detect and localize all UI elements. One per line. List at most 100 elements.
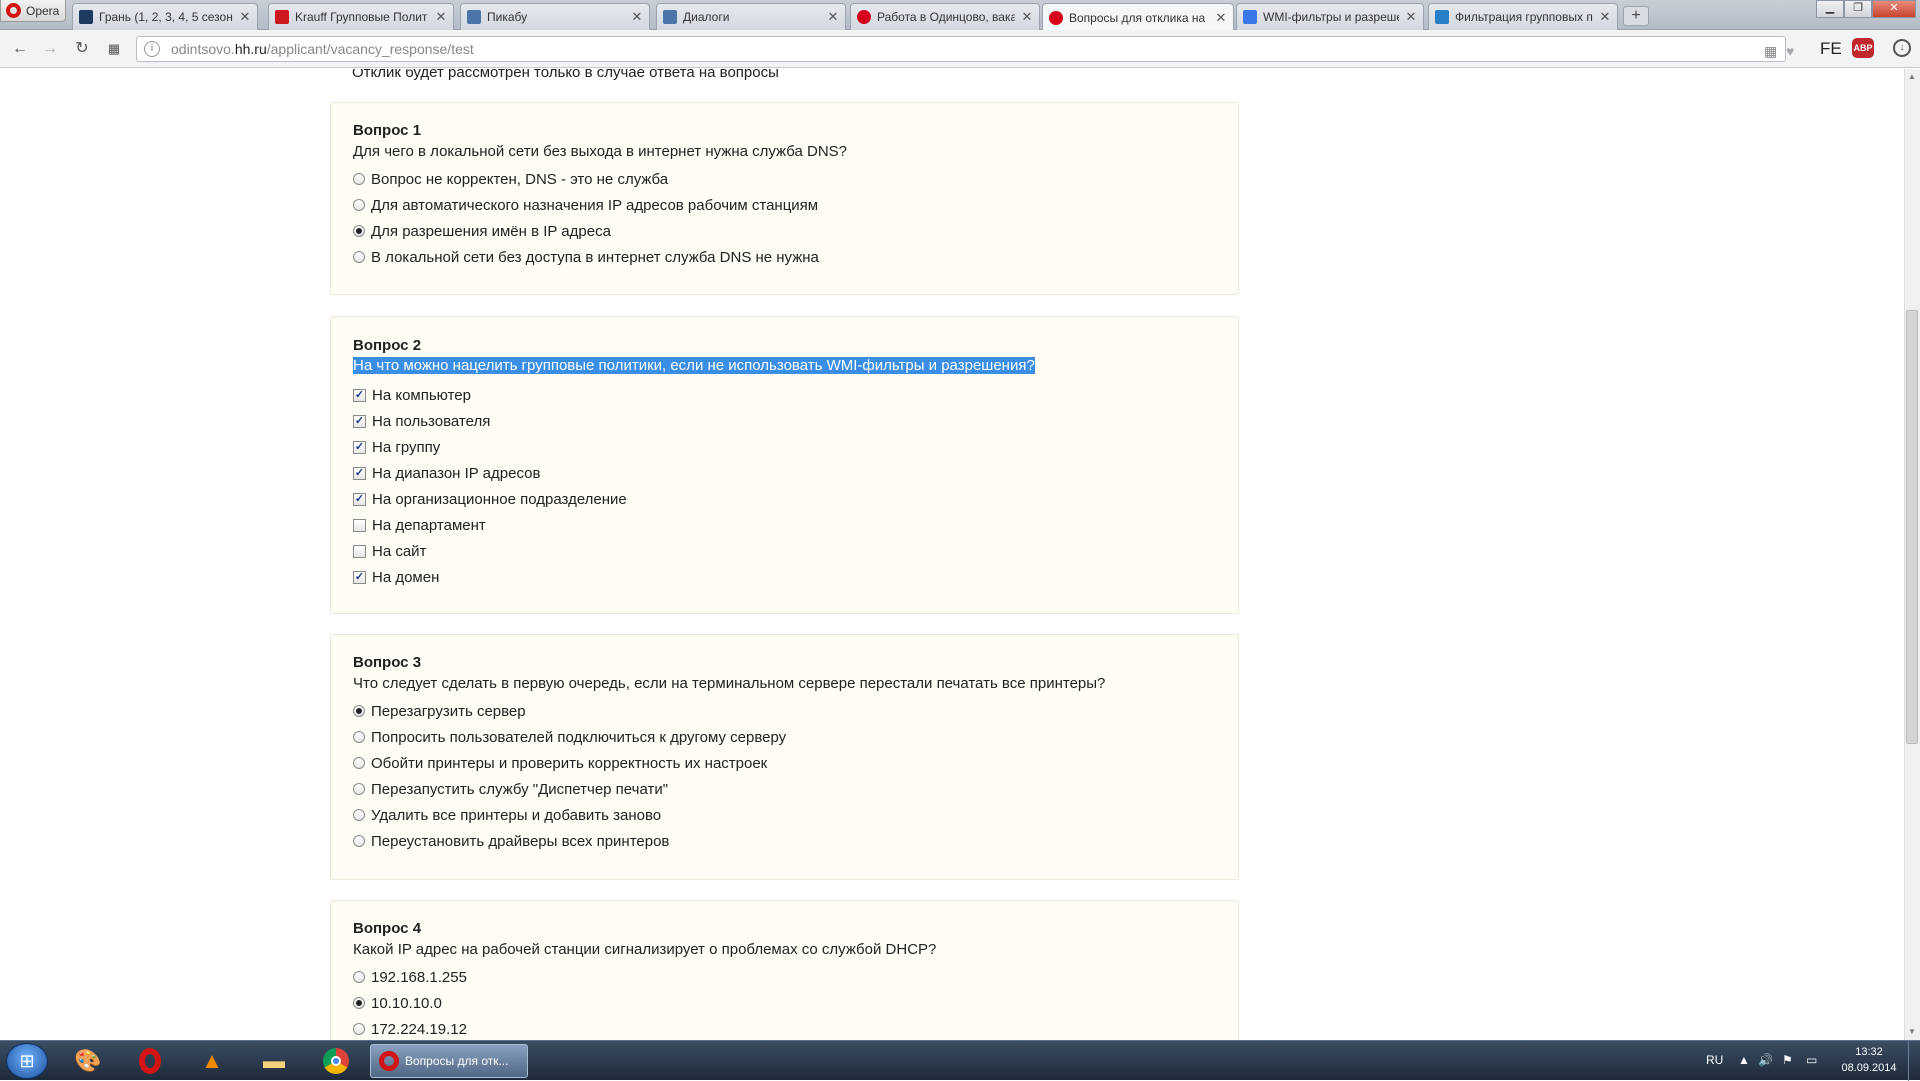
tab-5[interactable]: Работа в Одинцово, вакан ✕ xyxy=(850,3,1040,30)
checkbox-checked[interactable]: ✓ xyxy=(353,414,366,428)
checkbox-checked[interactable]: ✓ xyxy=(353,466,366,480)
show-desktop-button[interactable] xyxy=(1908,1041,1920,1081)
paint-app-icon[interactable]: 🎨 xyxy=(62,1045,114,1077)
opera-logo-icon xyxy=(6,3,21,18)
answer-option[interactable]: Перезагрузить сервер xyxy=(353,700,526,722)
option-label: Переустановить драйверы всех принтеров xyxy=(371,832,670,850)
answer-option[interactable]: Для автоматического назначения IP адресо… xyxy=(353,194,818,216)
answer-option[interactable]: Перезапустить службу "Диспетчер печати" xyxy=(353,778,668,800)
answer-option[interactable]: Переустановить драйверы всех принтеров xyxy=(353,830,669,852)
new-tab-button[interactable]: + xyxy=(1623,6,1649,26)
tab-1[interactable]: Грань (1, 2, 3, 4, 5 сезон) с ✕ xyxy=(72,3,258,30)
radio-button[interactable] xyxy=(353,809,365,821)
checkbox[interactable] xyxy=(353,518,366,532)
tab-close-icon[interactable]: ✕ xyxy=(435,9,447,25)
answer-option[interactable]: Попросить пользователей подключиться к д… xyxy=(353,726,786,748)
answer-option[interactable]: ✓ На компьютер xyxy=(353,384,471,406)
radio-button[interactable] xyxy=(353,757,365,769)
radio-button[interactable] xyxy=(353,835,365,847)
checkbox[interactable] xyxy=(353,544,366,558)
radio-button-selected[interactable] xyxy=(353,705,365,717)
radio-button[interactable] xyxy=(353,1023,365,1035)
reload-icon[interactable]: ↻ xyxy=(72,39,92,59)
radio-button[interactable] xyxy=(353,731,365,743)
answer-option[interactable]: Удалить все принтеры и добавить заново xyxy=(353,804,661,826)
checkbox-checked[interactable]: ✓ xyxy=(353,440,366,454)
scroll-up-icon[interactable]: ▲ xyxy=(1904,69,1920,85)
checkbox-checked[interactable]: ✓ xyxy=(353,570,366,584)
explorer-folder-icon[interactable]: ▬ xyxy=(248,1045,300,1077)
answer-option[interactable]: Обойти принтеры и проверить корректность… xyxy=(353,752,767,774)
answer-option[interactable]: ✓ На пользователя xyxy=(353,410,490,432)
answer-option[interactable]: 192.168.1.255 xyxy=(353,966,467,988)
action-center-flag-icon[interactable]: ⚑ xyxy=(1782,1053,1793,1067)
answer-option[interactable]: Для разрешения имён в IP адреса xyxy=(353,220,611,242)
minimize-button[interactable]: ▁ xyxy=(1816,0,1844,18)
scroll-down-icon[interactable]: ▼ xyxy=(1904,1024,1920,1040)
system-clock[interactable]: 13:32 08.09.2014 xyxy=(1836,1044,1902,1076)
tab-7[interactable]: WMI-фильтры и разреше ✕ xyxy=(1236,3,1424,30)
start-button[interactable]: ⊞ xyxy=(6,1043,48,1079)
radio-button[interactable] xyxy=(353,251,365,263)
taskbar-active-window[interactable]: Вопросы для отк... xyxy=(370,1044,528,1078)
network-icon[interactable]: ▭ xyxy=(1806,1053,1817,1067)
answer-option[interactable]: На сайт xyxy=(353,540,426,562)
stash-icon[interactable]: ▦ xyxy=(1764,43,1777,60)
answer-option[interactable]: ✓ На домен xyxy=(353,566,439,588)
back-arrow-icon[interactable]: ← xyxy=(10,39,30,59)
vlc-app-icon[interactable]: ▲ xyxy=(186,1045,238,1077)
opera-app-icon[interactable] xyxy=(124,1045,176,1077)
answer-option[interactable]: ✓ На группу xyxy=(353,436,440,458)
security-icon[interactable]: i xyxy=(144,41,160,57)
answer-option[interactable]: В локальной сети без доступа в интернет … xyxy=(353,246,819,268)
tab-close-icon[interactable]: ✕ xyxy=(1215,10,1227,26)
tab-close-icon[interactable]: ✕ xyxy=(631,9,643,25)
adblock-icon[interactable]: ABP xyxy=(1852,38,1874,58)
radio-button-selected[interactable] xyxy=(353,225,365,237)
tab-2[interactable]: Krauff Групповые Полит ✕ xyxy=(268,3,454,30)
tab-title: Krauff Групповые Полит xyxy=(295,10,428,24)
answer-option[interactable]: ✓ На диапазон IP адресов xyxy=(353,462,540,484)
checkbox-checked[interactable]: ✓ xyxy=(353,492,366,506)
tray-expand-icon[interactable]: ▲ xyxy=(1738,1053,1750,1067)
speed-dial-icon[interactable]: ▦ xyxy=(104,39,124,59)
tab-4[interactable]: Диалоги ✕ xyxy=(656,3,846,30)
radio-button[interactable] xyxy=(353,971,365,983)
download-icon[interactable]: ↓ xyxy=(1893,39,1911,57)
answer-option[interactable]: 10.10.10.0 xyxy=(353,992,442,1014)
answer-option[interactable]: 172.224.19.12 xyxy=(353,1018,467,1040)
tab-close-icon[interactable]: ✕ xyxy=(827,9,839,25)
radio-button[interactable] xyxy=(353,173,365,185)
tab-3[interactable]: Пикабу ✕ xyxy=(460,3,650,30)
language-indicator[interactable]: RU xyxy=(1706,1053,1723,1067)
url-prefix: odintsovo. xyxy=(171,41,235,57)
tab-close-icon[interactable]: ✕ xyxy=(1021,9,1033,25)
clock-date: 08.09.2014 xyxy=(1841,1062,1897,1074)
url-path: /applicant/vacancy_response/test xyxy=(266,41,474,57)
tab-8[interactable]: Фильтрация групповых п ✕ xyxy=(1428,3,1618,30)
close-window-button[interactable]: ✕ xyxy=(1872,0,1916,18)
radio-button-selected[interactable] xyxy=(353,997,365,1009)
chrome-app-icon[interactable] xyxy=(310,1045,362,1077)
tab-close-icon[interactable]: ✕ xyxy=(1599,9,1611,25)
radio-button[interactable] xyxy=(353,783,365,795)
scrollbar-thumb[interactable] xyxy=(1906,310,1918,744)
option-label: Вопрос не корректен, DNS - это не служба xyxy=(371,170,669,188)
option-label: На группу xyxy=(372,438,441,456)
radio-button[interactable] xyxy=(353,199,365,211)
address-bar[interactable]: i odintsovo.hh.ru/applicant/vacancy_resp… xyxy=(136,36,1786,62)
tab-close-icon[interactable]: ✕ xyxy=(239,9,251,25)
answer-option[interactable]: На департамент xyxy=(353,514,486,536)
forward-arrow-icon[interactable]: → xyxy=(40,39,60,59)
option-label: Удалить все принтеры и добавить заново xyxy=(371,806,662,824)
volume-icon[interactable]: 🔊 xyxy=(1758,1053,1773,1067)
opera-menu-button[interactable]: Opera xyxy=(0,0,66,22)
bookmark-heart-icon[interactable]: ♥ xyxy=(1786,43,1794,59)
tab-6-active[interactable]: Вопросы для отклика на ✕ xyxy=(1042,3,1234,31)
tab-close-icon[interactable]: ✕ xyxy=(1405,9,1417,25)
maximize-button[interactable]: ❐ xyxy=(1844,0,1872,18)
answer-option[interactable]: ✓ На организационное подразделение xyxy=(353,488,627,510)
extension-fe-button[interactable]: FE xyxy=(1820,39,1842,59)
answer-option[interactable]: Вопрос не корректен, DNS - это не служба xyxy=(353,168,668,190)
checkbox-checked[interactable]: ✓ xyxy=(353,388,366,402)
